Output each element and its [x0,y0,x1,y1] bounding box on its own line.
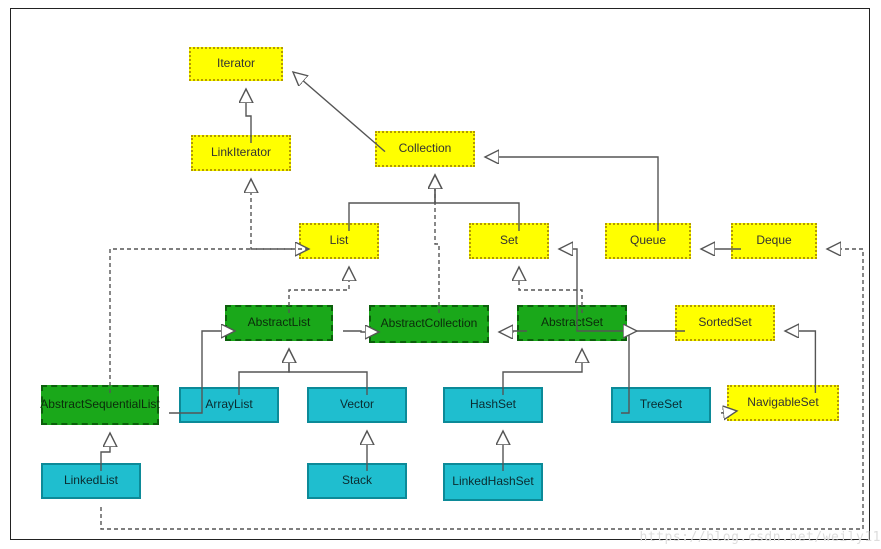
node-linked-hash-set: LinkedHashSet [443,463,543,501]
node-label: Iterator [217,57,255,71]
node-iterator: Iterator [189,47,283,81]
node-collection: Collection [375,131,475,167]
node-deque: Deque [731,223,817,259]
edge-collection-to-iterator [293,72,385,152]
node-set: Set [469,223,549,259]
node-label: AbstractList [248,316,311,330]
node-abstract-collection: AbstractCollection [369,305,489,343]
node-label: List [330,234,349,248]
node-stack: Stack [307,463,407,499]
node-label: AbstractSet [541,316,603,330]
node-vector: Vector [307,387,407,423]
node-label: SortedSet [698,316,751,330]
watermark-text: https://blog.csdn.net/weily11 [640,530,881,545]
node-label: Deque [756,234,791,248]
node-label: AbstractCollection [381,317,478,331]
node-navigable-set: NavigableSet [727,385,839,421]
node-label: Queue [630,234,666,248]
node-label: Collection [399,142,452,156]
node-label: Stack [342,474,372,488]
node-label: ArrayList [205,398,252,412]
node-label: LinkIterator [211,146,271,160]
diagram-frame: Iterator LinkIterator Collection List Se… [10,8,870,540]
node-label: AbstractSequentialList [40,398,159,412]
node-label: NavigableSet [747,396,818,410]
node-abstract-set: AbstractSet [517,305,627,341]
edge-navigableSet-to-sortedSet [785,331,815,393]
node-label: Set [500,234,518,248]
node-list: List [299,223,379,259]
edge-abstractCollection-to-collection [435,175,439,313]
node-linked-list: LinkedList [41,463,141,499]
node-abstract-list: AbstractList [225,305,333,341]
node-array-list: ArrayList [179,387,279,423]
node-queue: Queue [605,223,691,259]
node-sorted-set: SortedSet [675,305,775,341]
node-label: TreeSet [640,398,682,412]
node-label: HashSet [470,398,516,412]
node-link-iterator: LinkIterator [191,135,291,171]
node-abstract-sequential-list: AbstractSequentialList [41,385,159,425]
edge-queue-to-collection [485,157,658,231]
node-label: Vector [340,398,374,412]
node-label: LinkedHashSet [452,475,533,489]
node-tree-set: TreeSet [611,387,711,423]
node-hash-set: HashSet [443,387,543,423]
node-label: LinkedList [64,474,118,488]
